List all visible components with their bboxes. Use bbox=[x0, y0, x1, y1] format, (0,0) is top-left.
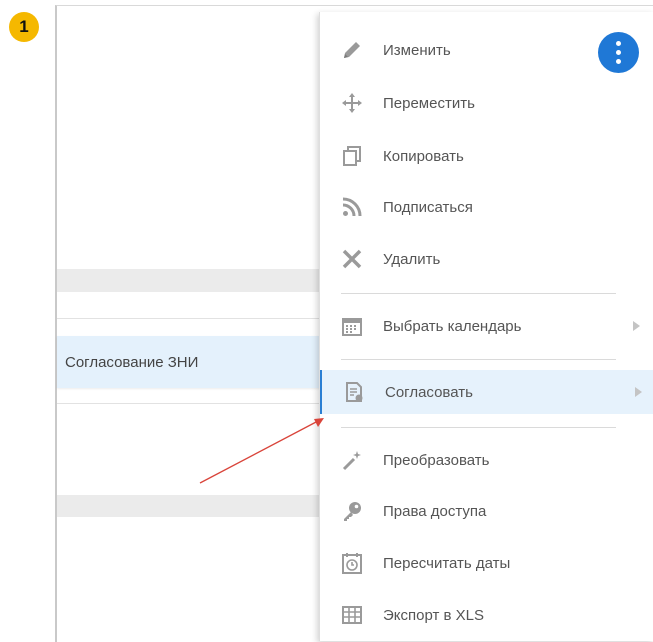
group-band bbox=[57, 269, 322, 292]
close-icon bbox=[340, 247, 364, 271]
group-band bbox=[57, 495, 322, 517]
row-divider bbox=[57, 403, 322, 404]
menu-item-label: Экспорт в XLS bbox=[383, 606, 485, 624]
move-icon bbox=[340, 91, 364, 115]
submenu-arrow-icon bbox=[635, 387, 642, 397]
menu-item-label: Копировать bbox=[383, 147, 464, 165]
menu-item-label: Удалить bbox=[383, 250, 441, 268]
table-icon bbox=[340, 603, 364, 627]
copy-icon bbox=[340, 144, 364, 168]
pencil-icon bbox=[340, 38, 364, 62]
menu-item-access-rights[interactable]: Права доступа bbox=[320, 489, 653, 533]
menu-item-move[interactable]: Переместить bbox=[320, 81, 653, 125]
task-name: Согласование ЗНИ bbox=[65, 353, 199, 371]
menu-item-label: Преобразовать bbox=[383, 451, 490, 469]
row-divider bbox=[57, 318, 322, 319]
key-icon bbox=[340, 499, 364, 523]
menu-item-label: Права доступа bbox=[383, 502, 487, 520]
kebab-dot-icon bbox=[616, 41, 621, 46]
kebab-dot-icon bbox=[616, 59, 621, 64]
approve-doc-icon bbox=[342, 380, 366, 404]
menu-item-label: Согласовать bbox=[385, 383, 473, 401]
menu-divider bbox=[341, 359, 616, 360]
menu-item-recalc-dates[interactable]: Пересчитать даты bbox=[320, 541, 653, 585]
menu-item-label: Пересчитать даты bbox=[383, 554, 511, 572]
menu-item-label: Выбрать календарь bbox=[383, 317, 522, 335]
submenu-arrow-icon bbox=[633, 321, 640, 331]
menu-item-label: Подписаться bbox=[383, 198, 473, 216]
menu-divider bbox=[341, 293, 616, 294]
menu-item-copy[interactable]: Копировать bbox=[320, 134, 653, 178]
magic-wand-icon bbox=[340, 448, 364, 472]
menu-item-convert[interactable]: Преобразовать bbox=[320, 438, 653, 482]
calendar-icon bbox=[340, 314, 364, 338]
context-menu: Изменить Переместить Копировать Подписат… bbox=[319, 12, 653, 641]
menu-item-choose-calendar[interactable]: Выбрать календарь bbox=[320, 304, 653, 348]
clock-calendar-icon bbox=[340, 551, 364, 575]
task-row[interactable]: Согласование ЗНИ bbox=[57, 336, 322, 388]
more-options-button[interactable] bbox=[598, 32, 639, 73]
rss-icon bbox=[340, 195, 364, 219]
menu-item-label: Переместить bbox=[383, 94, 475, 112]
menu-item-export-xls[interactable]: Экспорт в XLS bbox=[320, 593, 653, 637]
menu-item-approve[interactable]: Согласовать bbox=[320, 370, 653, 414]
menu-item-label: Изменить bbox=[383, 41, 451, 59]
kebab-dot-icon bbox=[616, 50, 621, 55]
step-number-badge: 1 bbox=[9, 12, 39, 42]
menu-item-delete[interactable]: Удалить bbox=[320, 237, 653, 281]
menu-divider bbox=[341, 427, 616, 428]
menu-item-subscribe[interactable]: Подписаться bbox=[320, 185, 653, 229]
